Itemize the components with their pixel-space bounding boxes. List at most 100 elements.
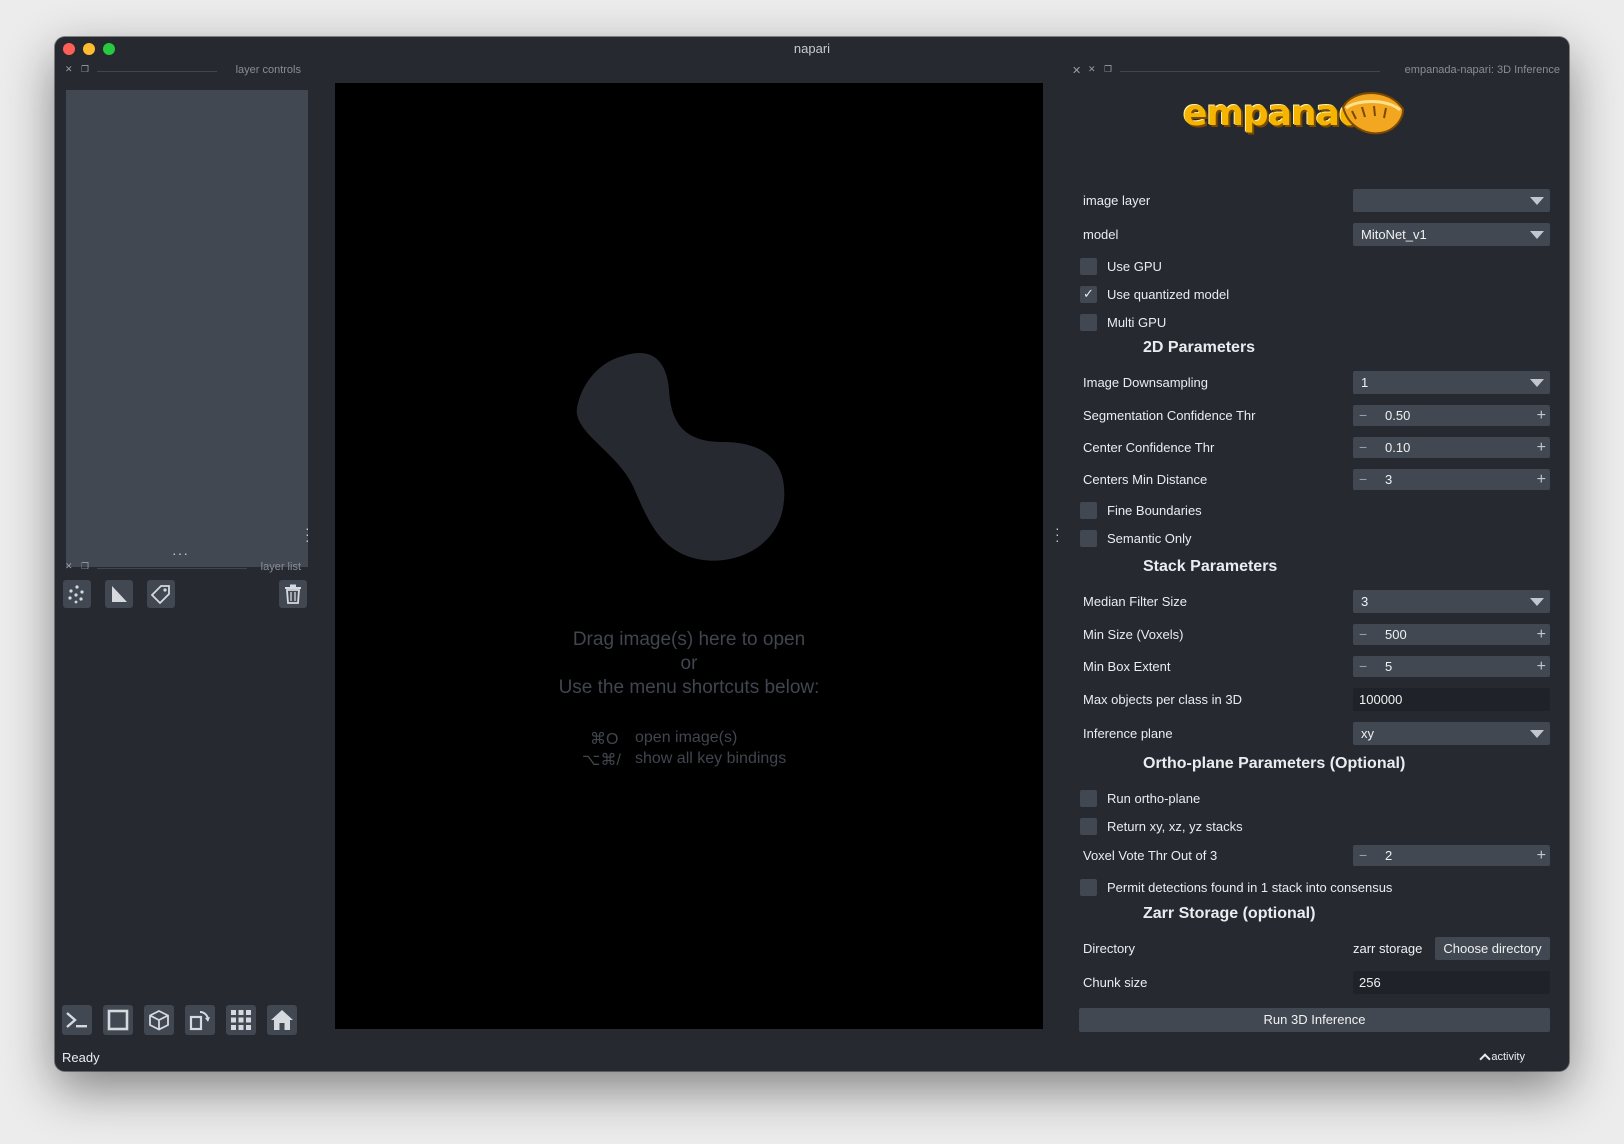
dock-float-icon[interactable]: ❐ xyxy=(81,561,89,572)
directory-input[interactable]: zarr storage xyxy=(1353,937,1431,960)
run-ortho-checkbox[interactable]: Run ortho-plane xyxy=(1080,789,1200,807)
chunk-size-input[interactable]: 256 xyxy=(1353,971,1550,994)
multi-gpu-checkbox[interactable]: Multi GPU xyxy=(1080,313,1166,331)
permit-detections-label: Permit detections found in 1 stack into … xyxy=(1107,879,1393,895)
chunk-size-label: Chunk size xyxy=(1083,975,1148,990)
empanada-logo: empanada xyxy=(1183,87,1413,139)
return-stacks-label: Return xy, xz, yz stacks xyxy=(1107,818,1243,834)
new-points-layer-button[interactable] xyxy=(63,580,91,608)
min-box-spinbox[interactable]: − 5 + xyxy=(1353,656,1550,677)
decrement-icon[interactable]: − xyxy=(1359,469,1367,490)
shortcut-open-label: open image(s) xyxy=(635,729,738,746)
checkbox-box[interactable]: ✓ xyxy=(1080,285,1097,303)
layer-controls-label: layer controls xyxy=(235,64,301,76)
new-points-layer-icon xyxy=(68,585,84,604)
permit-detections-checkbox[interactable]: Permit detections found in 1 stack into … xyxy=(1080,878,1392,896)
checkbox-box[interactable] xyxy=(1080,501,1097,519)
median-filter-select[interactable]: 3 xyxy=(1353,590,1550,613)
increment-icon[interactable]: + xyxy=(1537,405,1546,426)
model-label: model xyxy=(1083,227,1119,242)
status-bar: Ready activity xyxy=(55,1045,1569,1071)
center-conf-spinbox[interactable]: − 0.10 + xyxy=(1353,437,1550,458)
use-gpu-checkbox[interactable]: Use GPU xyxy=(1080,257,1162,275)
delete-layer-button[interactable] xyxy=(279,580,307,608)
plugin-dock-header: ✕ ✕ ❐ empanada-napari: 3D Inference xyxy=(1072,64,1560,78)
checkbox-box[interactable] xyxy=(1080,257,1097,275)
increment-icon[interactable]: + xyxy=(1537,624,1546,645)
increment-icon[interactable]: + xyxy=(1537,437,1546,458)
dock-close-icon[interactable]: ✕ xyxy=(65,561,73,572)
decrement-icon[interactable]: − xyxy=(1359,405,1367,426)
decrement-icon[interactable]: − xyxy=(1359,656,1367,677)
max-objects-input[interactable]: 100000 xyxy=(1353,688,1550,711)
fine-boundaries-checkbox[interactable]: Fine Boundaries xyxy=(1080,501,1202,519)
new-labels-layer-button[interactable] xyxy=(147,580,175,608)
checkbox-box[interactable] xyxy=(1080,313,1097,331)
console-button[interactable] xyxy=(62,1005,92,1035)
centers-min-dist-spinbox[interactable]: − 3 + xyxy=(1353,469,1550,490)
checkbox-box[interactable] xyxy=(1080,789,1097,807)
min-box-value[interactable]: 5 xyxy=(1385,656,1392,677)
decrement-icon[interactable]: − xyxy=(1359,624,1367,645)
new-shapes-layer-button[interactable] xyxy=(105,580,133,608)
transpose-dims-button[interactable] xyxy=(185,1005,215,1035)
grid-view-button[interactable] xyxy=(226,1005,256,1035)
layer-splitter-handle[interactable]: ··· xyxy=(172,545,189,561)
chevron-down-icon xyxy=(1530,231,1544,239)
empanada-pastry-icon xyxy=(1341,92,1405,135)
close-window-button[interactable] xyxy=(63,43,75,55)
roll-dims-button[interactable] xyxy=(144,1005,174,1035)
home-button[interactable] xyxy=(267,1005,297,1035)
multi-gpu-label: Multi GPU xyxy=(1107,314,1167,330)
viewer-canvas[interactable]: Drag image(s) here to open or Use the me… xyxy=(335,83,1043,1029)
decrement-icon[interactable]: − xyxy=(1359,845,1367,866)
choose-directory-button[interactable]: Choose directory xyxy=(1435,937,1550,960)
voxel-vote-spinbox[interactable]: − 2 + xyxy=(1353,845,1550,866)
run-3d-inference-button[interactable]: Run 3D Inference xyxy=(1079,1008,1550,1032)
dock-close-icon[interactable]: ✕ xyxy=(1072,64,1081,77)
voxel-vote-value[interactable]: 2 xyxy=(1385,845,1392,866)
dock-resize-handle-left[interactable]: · · · xyxy=(305,521,310,547)
semantic-only-checkbox[interactable]: Semantic Only xyxy=(1080,529,1192,547)
checkbox-box[interactable] xyxy=(1080,817,1097,835)
increment-icon[interactable]: + xyxy=(1537,656,1546,677)
center-conf-label: Center Confidence Thr xyxy=(1083,440,1215,455)
decrement-icon[interactable]: − xyxy=(1359,437,1367,458)
toggle-ndisplay-button[interactable] xyxy=(103,1005,133,1035)
seg-conf-spinbox[interactable]: − 0.50 + xyxy=(1353,405,1550,426)
return-stacks-checkbox[interactable]: Return xy, xz, yz stacks xyxy=(1080,817,1243,835)
section-2d-parameters: 2D Parameters xyxy=(1143,339,1256,356)
directory-value: zarr storage xyxy=(1353,941,1423,956)
layer-list-label: layer list xyxy=(260,561,301,573)
increment-icon[interactable]: + xyxy=(1537,845,1546,866)
min-size-spinbox[interactable]: − 500 + xyxy=(1353,624,1550,645)
centers-min-dist-value[interactable]: 3 xyxy=(1385,469,1392,490)
model-value: MitoNet_v1 xyxy=(1361,227,1427,242)
console-icon xyxy=(66,1012,87,1028)
inference-plane-select[interactable]: xy xyxy=(1353,722,1550,745)
increment-icon[interactable]: + xyxy=(1537,469,1546,490)
image-layer-select[interactable] xyxy=(1353,189,1550,212)
minimize-window-button[interactable] xyxy=(83,43,95,55)
model-select[interactable]: MitoNet_v1 xyxy=(1353,223,1550,246)
checkbox-box[interactable] xyxy=(1080,878,1097,896)
plugin-dock-title: empanada-napari: 3D Inference xyxy=(1404,64,1560,76)
dock-float-icon[interactable]: ❐ xyxy=(1104,64,1112,75)
checkbox-box[interactable] xyxy=(1080,529,1097,547)
dock-hide-icon[interactable]: ✕ xyxy=(1088,64,1096,75)
use-quantized-checkbox[interactable]: ✓ Use quantized model xyxy=(1080,285,1229,303)
dock-resize-handle-right[interactable]: · · · xyxy=(1055,521,1060,547)
layer-controls-panel xyxy=(66,90,308,567)
dock-close-icon[interactable]: ✕ xyxy=(65,64,73,75)
activity-toggle[interactable]: activity xyxy=(1479,1051,1525,1065)
seg-conf-value[interactable]: 0.50 xyxy=(1385,405,1410,426)
maximize-window-button[interactable] xyxy=(103,43,115,55)
center-conf-value[interactable]: 0.10 xyxy=(1385,437,1410,458)
status-text: Ready xyxy=(62,1050,100,1065)
image-downsampling-select[interactable]: 1 xyxy=(1353,371,1550,394)
drop-hint-line2: or xyxy=(680,653,698,674)
dock-float-icon[interactable]: ❐ xyxy=(81,64,89,75)
min-box-label: Min Box Extent xyxy=(1083,659,1171,674)
min-size-value[interactable]: 500 xyxy=(1385,624,1407,645)
transpose-dims-icon xyxy=(189,1011,210,1031)
